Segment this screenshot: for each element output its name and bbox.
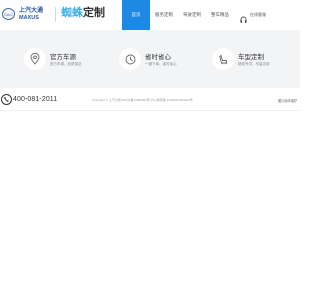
phone-number: 400-081-2011: [13, 96, 58, 103]
nav-item-accessories[interactable]: 整车精品: [206, 0, 234, 30]
page-body-empty: [0, 111, 300, 300]
site-footer: 400-081-2011 Copyright © 上汽大通 (PK)沪备1200…: [0, 89, 300, 111]
logo-cn-text[interactable]: 上汽大通: [19, 8, 43, 15]
nav-item-driving[interactable]: 驾驶定制: [178, 0, 206, 30]
feature-model-custom: 车型定制 精准专供、尽量定制: [212, 48, 282, 72]
copyright-text: Copyright © 上汽大通 (PK)沪备12000001号 沪公网安备 3…: [92, 98, 193, 102]
hotline-phone[interactable]: 400-081-2011: [1, 94, 57, 105]
feature-title: 车型定制: [238, 54, 264, 61]
footer-link[interactable]: 图片版本维护: [278, 98, 297, 103]
feature-band: 官方车源 官方车源、品质保证 省时省心 一键下单、省时省心 车型定制 精准专供、…: [0, 30, 300, 88]
car-seat-icon: [212, 48, 234, 70]
pin-location-icon: [24, 48, 46, 70]
logo-en-text[interactable]: MAXUS: [19, 15, 39, 21]
phone-icon: [1, 94, 12, 105]
logo-divider: [55, 7, 56, 22]
feature-desc: 精准专供、尽量定制: [238, 62, 270, 66]
nav-item-service[interactable]: 服务定制: [150, 0, 178, 30]
feature-desc: 一键下单、省时省心: [145, 62, 177, 66]
headset-icon: [240, 11, 247, 23]
feature-desc: 官方车源、品质保证: [50, 62, 82, 66]
site-header: SAIC 上汽大通 MAXUS 蜘蛛定制 首页 服务定制 驾驶定制 整车精品 在…: [0, 0, 300, 30]
feature-title: 省时省心: [145, 54, 171, 61]
saic-logo-icon[interactable]: SAIC: [2, 8, 15, 20]
brand-title-part1: 蜘蛛: [61, 7, 83, 19]
online-service-label: 在线客服: [250, 12, 266, 17]
feature-official-source: 官方车源 官方车源、品质保证: [24, 48, 94, 72]
brand-title-part2: 定制: [83, 7, 105, 19]
saic-logo-text: SAIC: [4, 12, 14, 17]
brand-title: 蜘蛛定制: [61, 6, 105, 21]
online-service[interactable]: 在线客服: [240, 11, 266, 23]
clock-icon: [119, 48, 141, 70]
feature-save-time: 省时省心 一键下单、省时省心: [119, 48, 189, 72]
feature-title: 官方车源: [50, 54, 76, 61]
nav-item-home[interactable]: 首页: [122, 0, 150, 30]
main-nav: 首页 服务定制 驾驶定制 整车精品: [122, 0, 234, 30]
